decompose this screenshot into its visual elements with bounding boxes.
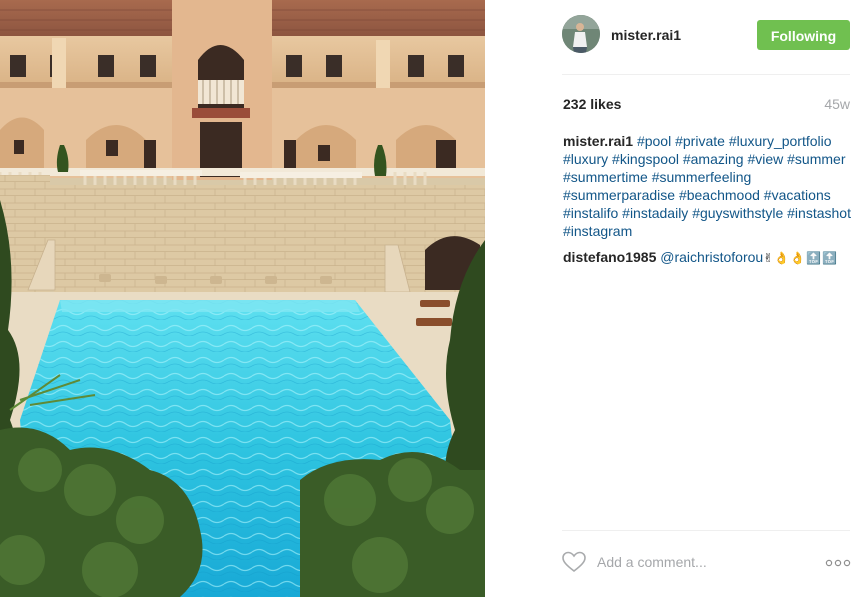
post-username[interactable]: mister.rai1 — [611, 27, 681, 43]
hashtag-link[interactable]: #summer — [787, 151, 845, 167]
hashtag-link[interactable]: #summerfeeling — [652, 169, 752, 185]
hashtag-link[interactable]: #summerparadise — [563, 187, 675, 203]
likes-count[interactable]: 232 likes — [563, 96, 621, 112]
hashtag-link[interactable]: #luxury_portfolio — [729, 133, 832, 149]
hashtag-link[interactable]: #summertime — [563, 169, 648, 185]
mention-link[interactable]: @raichristoforou — [660, 249, 763, 265]
hashtag-link[interactable]: #view — [747, 151, 783, 167]
post-details-panel: mister.rai1 Following 232 likes 45w mist… — [485, 0, 857, 597]
comments-list: mister.rai1 #pool #private #luxury_portf… — [563, 132, 853, 275]
hashtag-link[interactable]: #instalifo — [563, 205, 618, 221]
add-comment-input[interactable] — [597, 551, 797, 573]
post-timestamp[interactable]: 45w — [824, 96, 850, 112]
hashtag-link[interactable]: #instashot — [787, 205, 851, 221]
reply-comment: distefano1985 @raichristoforou✌👌👌🔝🔝 — [563, 248, 853, 267]
hashtag-link[interactable]: #vacations — [764, 187, 831, 203]
avatar-image — [562, 15, 600, 53]
reply-username[interactable]: distefano1985 — [563, 249, 656, 265]
hashtag-link[interactable]: #guyswithstyle — [692, 205, 783, 221]
hashtag-link[interactable]: #pool — [637, 133, 671, 149]
post-header: mister.rai1 Following — [485, 0, 857, 74]
hashtag-link[interactable]: #instagram — [563, 223, 632, 239]
hashtag-link[interactable]: #instadaily — [622, 205, 688, 221]
hashtag-link[interactable]: #luxury — [563, 151, 608, 167]
caption-username[interactable]: mister.rai1 — [563, 133, 633, 149]
hashtag-link[interactable]: #amazing — [683, 151, 744, 167]
divider — [562, 530, 850, 531]
more-options-icon[interactable] — [825, 556, 851, 568]
hashtag-link[interactable]: #beachmood — [679, 187, 760, 203]
post-photo[interactable] — [0, 0, 485, 597]
heart-icon[interactable] — [562, 551, 586, 573]
caption-comment: mister.rai1 #pool #private #luxury_portf… — [563, 132, 853, 240]
divider — [562, 74, 850, 75]
hashtag-link[interactable]: #private — [675, 133, 725, 149]
reply-emoji: ✌👌👌🔝🔝 — [763, 251, 839, 265]
following-button[interactable]: Following — [757, 20, 850, 50]
hashtag-link[interactable]: #kingspool — [612, 151, 679, 167]
avatar[interactable] — [562, 15, 600, 53]
pool-villa-photo — [0, 0, 485, 597]
